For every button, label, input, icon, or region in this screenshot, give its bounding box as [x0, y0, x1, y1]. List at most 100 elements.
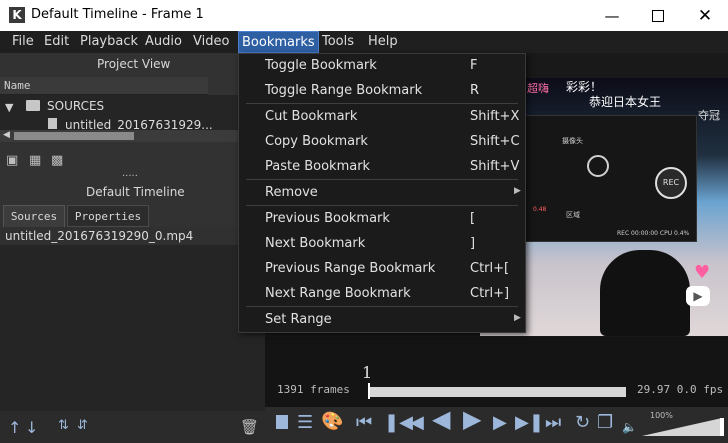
menu-separator	[246, 103, 518, 104]
add-folder-icon[interactable]: ▣	[6, 153, 18, 168]
volume-icon[interactable]: 🔈	[622, 418, 637, 436]
menu-separator	[246, 306, 518, 307]
menu-item-paste-bookmark[interactable]: Paste Bookmark Shift+V	[238, 154, 526, 179]
volume-slider[interactable]	[642, 418, 722, 436]
menu-item-shortcut: R	[470, 83, 480, 98]
default-timeline-label: Default Timeline	[86, 185, 185, 199]
add-bin-icon[interactable]: ▦	[29, 153, 41, 168]
menu-item-set-range[interactable]: Set Range ▶	[238, 307, 526, 332]
menu-item-shortcut: Ctrl+]	[470, 286, 510, 301]
move-down-icon[interactable]: ↓	[25, 418, 38, 437]
step-forward-icon[interactable]: ▶	[493, 414, 507, 432]
tab-sources[interactable]: Sources	[3, 205, 65, 227]
menu-separator	[246, 205, 518, 206]
recorder-label: 区域	[566, 211, 580, 219]
menu-item-toggle-range-bookmark[interactable]: Toggle Range Bookmark R	[238, 78, 526, 103]
step-back-icon[interactable]: ◀	[410, 414, 424, 432]
maximize-icon	[652, 9, 664, 22]
menu-file[interactable]: File	[9, 31, 37, 53]
maximize-button[interactable]	[635, 0, 681, 31]
collapse-arrow-icon[interactable]: ▼	[5, 101, 13, 114]
menu-item-previous-range-bookmark[interactable]: Previous Range Bookmark Ctrl+[	[238, 256, 526, 281]
add-file-icon[interactable]: ▩	[51, 153, 63, 168]
recorder-label: 摄像头	[562, 137, 583, 145]
menu-help[interactable]: Help	[365, 31, 401, 53]
windows-icon[interactable]: ❐	[597, 414, 613, 432]
tab-properties[interactable]: Properties	[67, 205, 149, 227]
volume-thumb[interactable]	[720, 418, 724, 436]
fps-readout: 29.97 0.0 fps	[637, 383, 724, 396]
menu-item-label: Cut Bookmark	[265, 109, 358, 124]
minimize-icon: —	[604, 6, 620, 25]
menu-item-shortcut: [	[470, 211, 476, 226]
menu-item-remove[interactable]: Remove ▶	[238, 180, 526, 205]
project-view-title: Project View	[97, 57, 171, 71]
play-badge-icon: ▶	[686, 286, 710, 306]
submenu-arrow-icon: ▶	[514, 186, 521, 196]
left-toolbar	[0, 411, 265, 443]
volume-level: 100%	[650, 411, 673, 420]
panel-splitter-handle[interactable]: .....	[122, 168, 138, 179]
next-marker-icon[interactable]: ▶❚	[515, 414, 544, 432]
frames-count: 1391 frames	[277, 383, 350, 396]
play-icon[interactable]: ▶	[463, 407, 481, 431]
layout-single-icon[interactable]	[276, 415, 288, 429]
scroll-left-icon[interactable]: ◀	[3, 130, 10, 140]
playhead[interactable]	[368, 383, 370, 399]
close-button[interactable]: ✕	[682, 0, 728, 31]
menu-item-label: Next Range Bookmark	[265, 286, 411, 301]
overlay-text: 超嗨	[527, 82, 549, 95]
menu-item-cut-bookmark[interactable]: Cut Bookmark Shift+X	[238, 104, 526, 129]
recorder-value: 0.48	[533, 206, 547, 213]
menu-item-label: Toggle Range Bookmark	[265, 83, 423, 98]
overlay-text: 恭迎日本女王	[589, 95, 662, 109]
menu-item-next-range-bookmark[interactable]: Next Range Bookmark Ctrl+]	[238, 281, 526, 306]
menu-item-next-bookmark[interactable]: Next Bookmark]	[238, 231, 526, 256]
menu-item-label: Previous Bookmark	[265, 211, 390, 226]
menu-item-label: Set Range	[265, 312, 332, 327]
skip-start-icon[interactable]: ⏮	[356, 414, 372, 432]
menu-video[interactable]: Video	[190, 31, 232, 53]
menu-tools[interactable]: Tools	[319, 31, 357, 53]
folder-icon	[26, 100, 40, 111]
menu-playback[interactable]: Playback	[77, 31, 141, 53]
loop-icon[interactable]: ↻	[575, 414, 590, 432]
menu-item-label: Paste Bookmark	[265, 159, 371, 174]
file-icon	[48, 118, 57, 129]
menu-item-toggle-bookmark[interactable]: Toggle Bookmark F	[238, 53, 526, 78]
trash-icon[interactable]: 🗑	[240, 418, 259, 436]
recorder-status: REC 00:00:00 CPU 0.4%	[617, 230, 690, 237]
menu-item-shortcut: Shift+C	[470, 134, 520, 149]
move-up-icon[interactable]: ↑	[8, 418, 21, 437]
menu-item-copy-bookmark[interactable]: Copy Bookmark Shift+C	[238, 129, 526, 154]
skip-end-icon[interactable]: ⏭	[545, 414, 561, 432]
rec-button-icon: REC	[655, 167, 687, 199]
menu-item-shortcut: Ctrl+[	[470, 261, 510, 276]
menu-item-label: Copy Bookmark	[265, 134, 368, 149]
menu-edit[interactable]: Edit	[41, 31, 72, 53]
palette-icon[interactable]: 🎨	[321, 413, 343, 431]
menu-item-label: Previous Range Bookmark	[265, 261, 436, 276]
menu-item-previous-bookmark[interactable]: Previous Bookmark [	[238, 206, 526, 231]
sources-folder-label[interactable]: SOURCES	[47, 99, 104, 113]
sort-za-icon[interactable]: ⇵	[77, 418, 88, 433]
overlay-text: 夺冠	[698, 109, 720, 122]
menu-item-shortcut: F	[470, 58, 478, 73]
menu-item-label: Remove	[265, 185, 318, 200]
menu-audio[interactable]: Audio	[142, 31, 185, 53]
minimize-button[interactable]: —	[589, 0, 635, 31]
menu-item-label: Next Bookmark	[265, 236, 366, 251]
playback-track[interactable]	[368, 387, 626, 397]
current-frame-number: 1	[362, 363, 373, 382]
name-column-header[interactable]: Name	[0, 77, 208, 95]
menu-bookmarks[interactable]: Bookmarks	[238, 31, 319, 53]
menu-item-shortcut: Shift+X	[470, 109, 520, 124]
layout-list-icon[interactable]: ☰	[297, 414, 313, 432]
scrollbar-thumb[interactable]	[14, 132, 134, 140]
prev-marker-icon[interactable]: ❚◀	[384, 414, 413, 432]
camera-off-icon	[587, 155, 609, 177]
list-item[interactable]: untitled_201676319290_0.mp4	[5, 229, 193, 243]
menu-item-shortcut: ]	[470, 236, 476, 251]
sort-az-icon[interactable]: ⇅	[58, 418, 69, 433]
play-reverse-icon[interactable]: ◀	[432, 407, 450, 431]
